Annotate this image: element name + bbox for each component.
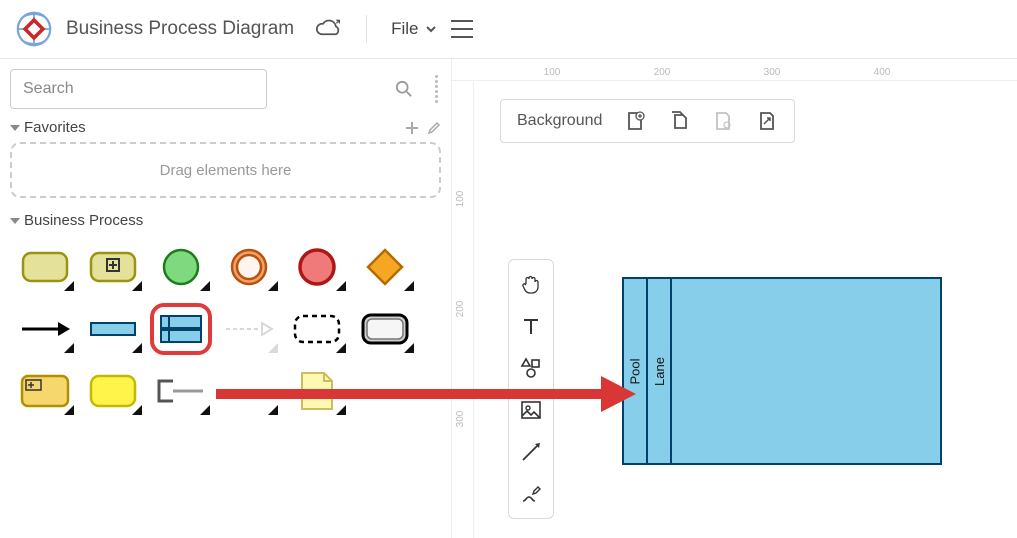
ruler-mark: 300 xyxy=(455,411,466,428)
separator xyxy=(366,15,367,43)
business-process-title: Business Process xyxy=(24,212,143,229)
pan-tool-icon[interactable] xyxy=(517,270,545,298)
page-title: Business Process Diagram xyxy=(66,18,294,40)
search-input[interactable] xyxy=(10,69,267,109)
start-event-shape[interactable] xyxy=(150,241,212,293)
add-page-icon[interactable] xyxy=(624,110,646,132)
caret-down-icon xyxy=(10,125,20,131)
message-flow-shape[interactable] xyxy=(218,303,280,355)
favorites-dropzone[interactable]: Drag elements here xyxy=(10,142,441,198)
caret-down-icon xyxy=(10,218,20,224)
annotation-shape[interactable] xyxy=(150,365,212,417)
ruler-mark: 100 xyxy=(455,191,466,208)
favorites-title: Favorites xyxy=(24,119,86,136)
page-settings-icon[interactable] xyxy=(712,110,734,132)
note-shape[interactable] xyxy=(286,365,348,417)
sidebar-drag-handle-icon[interactable] xyxy=(431,75,441,103)
shape-tool-icon[interactable] xyxy=(517,354,545,382)
add-favorite-icon[interactable] xyxy=(405,121,419,135)
ruler-mark: 300 xyxy=(764,67,781,78)
ruler-horizontal: 100 200 300 400 xyxy=(452,59,1017,81)
lane-element[interactable]: Lane xyxy=(648,279,940,463)
app-header: Business Process Diagram File xyxy=(0,0,1017,59)
duplicate-page-icon[interactable] xyxy=(668,110,690,132)
hamburger-menu-icon[interactable] xyxy=(451,20,473,38)
canvas[interactable]: 100 200 300 400 100 200 300 Background xyxy=(452,59,1017,538)
ruler-mark: 400 xyxy=(874,67,891,78)
task-shape[interactable] xyxy=(14,241,76,293)
lane-title[interactable]: Lane xyxy=(648,279,672,463)
ruler-mark: 100 xyxy=(544,67,561,78)
favorites-section-header[interactable]: Favorites xyxy=(10,119,441,136)
sequence-flow-shape[interactable] xyxy=(14,303,76,355)
file-menu[interactable]: File xyxy=(391,19,436,39)
gateway-shape[interactable] xyxy=(354,241,416,293)
freehand-tool-icon[interactable] xyxy=(517,480,545,508)
background-controls: Background xyxy=(500,99,795,143)
dropzone-label: Drag elements here xyxy=(160,162,292,179)
subprocess-shape[interactable] xyxy=(82,241,144,293)
search-icon xyxy=(395,80,413,98)
business-process-section-header[interactable]: Business Process xyxy=(10,212,441,229)
cloud-status-icon[interactable] xyxy=(314,18,342,40)
expanded-subprocess-shape[interactable] xyxy=(14,365,76,417)
intermediate-event-shape[interactable] xyxy=(218,241,280,293)
end-event-shape[interactable] xyxy=(286,241,348,293)
text-tool-icon[interactable] xyxy=(517,312,545,340)
group-shape[interactable] xyxy=(286,303,348,355)
ruler-vertical: 100 200 300 xyxy=(452,81,474,538)
edit-favorites-icon[interactable] xyxy=(427,121,441,135)
yellow-task-shape[interactable] xyxy=(82,365,144,417)
expand-page-icon[interactable] xyxy=(756,110,778,132)
data-object-shape[interactable] xyxy=(82,303,144,355)
floating-toolbar xyxy=(508,259,554,519)
ruler-mark: 200 xyxy=(654,67,671,78)
image-tool-icon[interactable] xyxy=(517,396,545,424)
shapes-sidebar: Favorites Drag elements here Business Pr… xyxy=(0,59,452,538)
shape-palette xyxy=(10,241,441,417)
app-logo-icon xyxy=(16,11,52,47)
pool-title[interactable]: Pool xyxy=(624,279,648,463)
pool-lane-shape[interactable] xyxy=(150,303,212,355)
pool-element[interactable]: Pool Lane xyxy=(622,277,942,465)
association-shape[interactable] xyxy=(218,365,280,417)
background-label: Background xyxy=(517,112,602,130)
chevron-down-icon xyxy=(425,23,437,35)
call-activity-shape[interactable] xyxy=(354,303,416,355)
file-menu-label: File xyxy=(391,19,418,39)
line-tool-icon[interactable] xyxy=(517,438,545,466)
ruler-mark: 200 xyxy=(455,301,466,318)
